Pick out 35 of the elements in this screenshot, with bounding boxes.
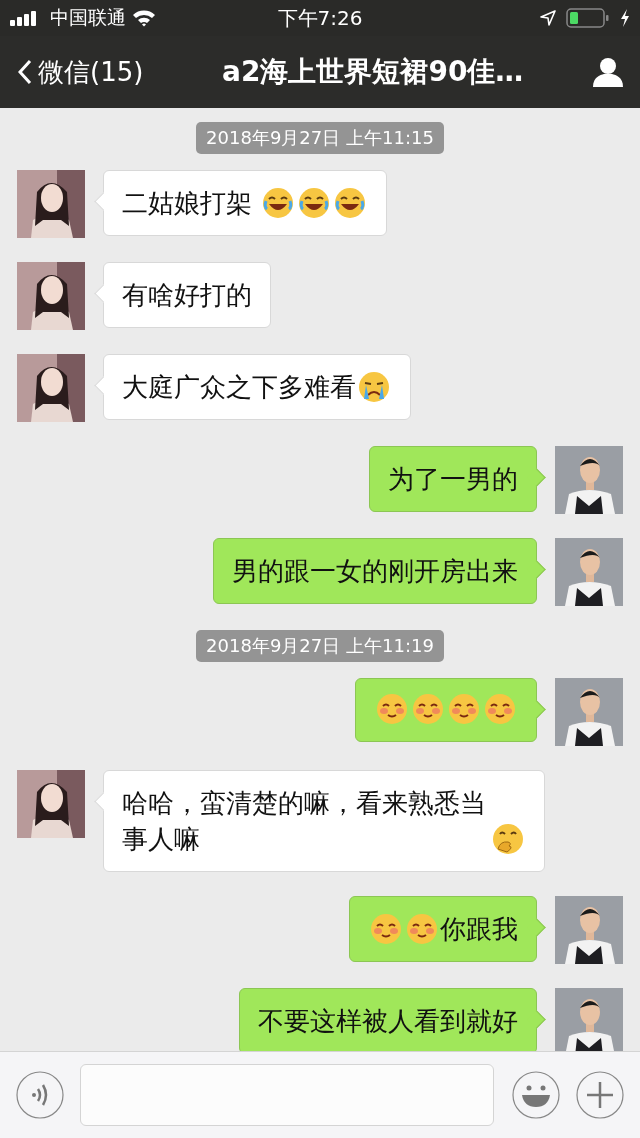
back-button[interactable]: 微信(15) bbox=[18, 54, 144, 90]
location-icon bbox=[540, 10, 556, 26]
voice-icon[interactable] bbox=[16, 1071, 64, 1119]
crying-emoji-icon bbox=[358, 371, 390, 403]
back-icon bbox=[18, 59, 32, 85]
message-text: 哈哈，蛮清楚的嘛，看来熟悉当事人嘛 bbox=[122, 787, 487, 856]
chat-title: a2海上世界短裙90佳… bbox=[221, 54, 525, 90]
message-text: 你跟我 bbox=[440, 913, 518, 946]
message-text: 为了一男的 bbox=[388, 463, 518, 496]
message-text: 不要这样被人看到就好 bbox=[258, 1005, 518, 1038]
blushing-emoji-icon bbox=[406, 913, 438, 945]
laughing-tears-emoji-icon bbox=[298, 187, 331, 219]
laughing-tears-emoji-icon bbox=[334, 187, 367, 219]
message-text: 有啥好打的 bbox=[122, 279, 252, 312]
blushing-emoji-icon bbox=[412, 693, 444, 725]
laughing-tears-emoji-icon bbox=[262, 187, 295, 219]
message-input[interactable] bbox=[80, 1064, 494, 1126]
blushing-emoji-icon bbox=[376, 693, 408, 725]
blushing-emoji-icon bbox=[448, 693, 480, 725]
giggling-emoji-icon bbox=[492, 823, 524, 855]
profile-icon[interactable] bbox=[592, 56, 624, 88]
blushing-emoji-icon bbox=[484, 693, 516, 725]
wifi-icon bbox=[132, 9, 156, 27]
emoji-icon[interactable] bbox=[512, 1071, 560, 1119]
carrier-name: 中国联通 bbox=[50, 5, 126, 30]
message-text: 二姑娘打架 bbox=[122, 187, 253, 220]
message-text: 大庭广众之下多难看 bbox=[122, 371, 356, 404]
charging-icon bbox=[620, 9, 630, 27]
timestamp: 2018年9月27日 上午11:19 bbox=[196, 630, 444, 662]
add-icon[interactable] bbox=[576, 1071, 624, 1119]
timestamp: 2018年9月27日 上午11:15 bbox=[196, 122, 444, 154]
battery-icon bbox=[566, 8, 610, 28]
status-time: 下午7:26 bbox=[277, 4, 363, 32]
blushing-emoji-icon bbox=[370, 913, 402, 945]
message-text: 男的跟一女的刚开房出来 bbox=[232, 555, 518, 588]
